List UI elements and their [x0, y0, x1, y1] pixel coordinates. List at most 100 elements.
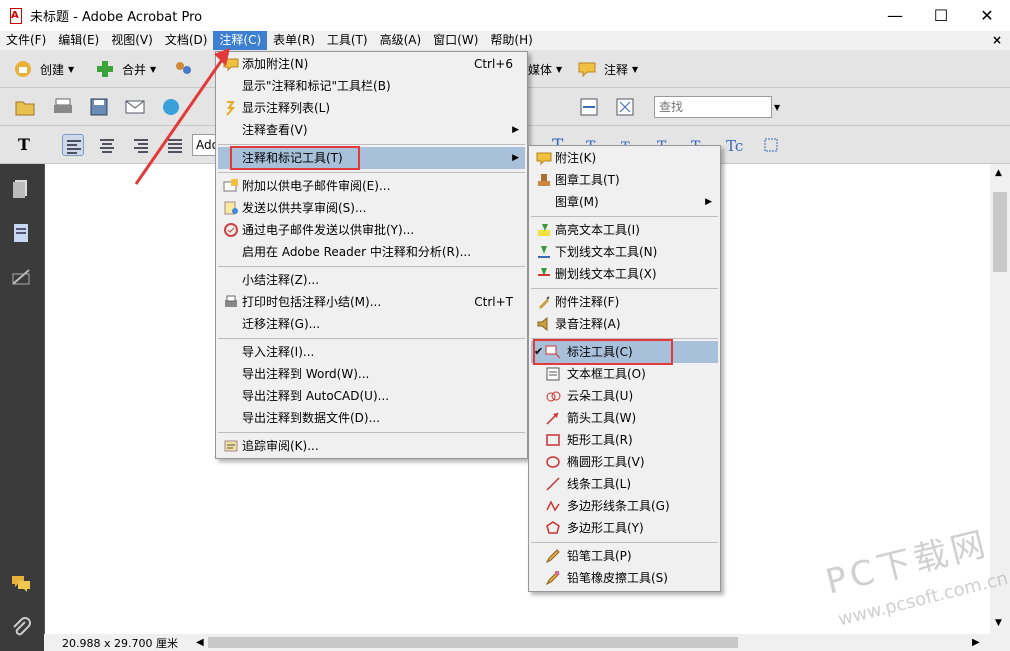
menu-item-email-review[interactable]: 附加以供电子邮件审阅(E)... — [218, 175, 525, 197]
sound-icon — [537, 316, 548, 332]
menu-item-import[interactable]: 导入注释(I)... — [218, 341, 525, 363]
close-document-icon[interactable]: × — [992, 33, 1002, 47]
signatures-icon[interactable] — [10, 266, 32, 288]
print-icon[interactable] — [52, 96, 74, 118]
menu-item-summarize[interactable]: 小结注释(Z)... — [218, 269, 525, 291]
submenu-item-textbox[interactable]: 文本框工具(O) — [531, 363, 718, 385]
menu-item-shared-review[interactable]: 发送以供共享审阅(S)... — [218, 197, 525, 219]
select-box-icon[interactable] — [760, 134, 782, 156]
menu-item-label: 通过电子邮件发送以供审批(Y)... — [242, 223, 415, 237]
menu-separator — [531, 216, 718, 217]
menu-item-export-word[interactable]: 导出注释到 Word(W)... — [218, 363, 525, 385]
search-input[interactable] — [654, 96, 772, 118]
navigation-panel — [0, 164, 44, 651]
menu-item-label: 打印时包括注释小结(M)... — [242, 295, 382, 309]
maximize-button[interactable]: ☐ — [918, 0, 964, 31]
fit-width-icon[interactable] — [578, 96, 600, 118]
menu-item-print-summary[interactable]: 打印时包括注释小结(M)... Ctrl+T — [218, 291, 525, 313]
search-dropdown-icon[interactable]: ▼ — [774, 103, 780, 112]
attachments-icon[interactable] — [10, 616, 32, 638]
annotation-arrow — [134, 48, 230, 185]
menu-edit[interactable]: 编辑(E) — [52, 31, 105, 50]
scroll-right-icon[interactable]: ▶ — [972, 637, 980, 648]
text-field-icon[interactable]: Tc — [724, 134, 746, 156]
menu-separator — [218, 432, 525, 433]
menu-item-migrate[interactable]: 迁移注释(G)... — [218, 313, 525, 335]
submenu-item-cloud[interactable]: 云朵工具(U) — [531, 385, 718, 407]
menu-forms[interactable]: 表单(R) — [267, 31, 321, 50]
submenu-item-highlight[interactable]: 高亮文本工具(I) — [531, 219, 718, 241]
fit-page-icon[interactable] — [614, 96, 636, 118]
menu-item-label: 多边形工具(Y) — [567, 521, 644, 535]
submenu-item-rectangle[interactable]: 矩形工具(R) — [531, 429, 718, 451]
vertical-scrollbar[interactable]: ▲ ▼ — [990, 164, 1010, 634]
text-color-icon[interactable]: T — [14, 134, 36, 156]
submenu-item-stamp-tool[interactable]: 图章工具(T) — [531, 169, 718, 191]
submenu-item-arrow[interactable]: 箭头工具(W) — [531, 407, 718, 429]
menu-item-label: 显示"注释和标记"工具栏(B) — [242, 79, 391, 93]
menu-file[interactable]: 文件(F) — [0, 31, 52, 50]
submenu-item-attachment[interactable]: 附件注释(F) — [531, 291, 718, 313]
menu-help[interactable]: 帮助(H) — [484, 31, 538, 50]
menu-item-label: 附加以供电子邮件审阅(E)... — [242, 179, 391, 193]
menu-item-label: 文本框工具(O) — [567, 367, 646, 381]
scroll-left-icon[interactable]: ◀ — [196, 637, 204, 648]
menu-advanced[interactable]: 高级(A) — [374, 31, 428, 50]
menu-item-label: 导出注释到 Word(W)... — [242, 367, 370, 381]
minimize-button[interactable]: — — [872, 0, 918, 31]
submenu-item-ellipse[interactable]: 椭圆形工具(V) — [531, 451, 718, 473]
submenu-item-polygon[interactable]: 多边形工具(Y) — [531, 517, 718, 539]
menu-item-add-note[interactable]: 添加附注(N) Ctrl+6 — [218, 53, 525, 75]
menu-item-export-autocad[interactable]: 导出注释到 AutoCAD(U)... — [218, 385, 525, 407]
align-left-icon[interactable] — [62, 134, 84, 156]
menu-item-track-review[interactable]: 追踪审阅(K)... — [218, 435, 525, 457]
submenu-item-pencil-eraser[interactable]: 铅笔橡皮擦工具(S) — [531, 567, 718, 589]
acrobat-app-icon: A — [8, 7, 24, 24]
close-button[interactable]: ✕ — [964, 0, 1010, 31]
submenu-item-note[interactable]: 附注(K) — [531, 147, 718, 169]
menu-item-show-list[interactable]: 显示注释列表(L) — [218, 97, 525, 119]
textbox-icon — [546, 367, 560, 381]
comments-panel-icon[interactable] — [10, 572, 32, 594]
underline-icon — [538, 246, 550, 258]
menu-item-email-approval[interactable]: 通过电子邮件发送以供审批(Y)... — [218, 219, 525, 241]
menu-item-comment-view[interactable]: 注释查看(V) ▶ — [218, 119, 525, 141]
menu-item-show-toolbar[interactable]: 显示"注释和标记"工具栏(B) — [218, 75, 525, 97]
combine-icon — [97, 61, 113, 77]
title-bar: A 未标题 - Adobe Acrobat Pro — ☐ ✕ — [0, 0, 1010, 31]
submenu-item-underline[interactable]: 下划线文本工具(N) — [531, 241, 718, 263]
window-title: 未标题 - Adobe Acrobat Pro — [30, 10, 203, 25]
menu-item-label: 附件注释(F) — [555, 295, 620, 309]
menu-item-export-data[interactable]: 导出注释到数据文件(D)... — [218, 407, 525, 429]
menu-item-label: 添加附注(N) — [242, 57, 309, 71]
comment-toolbar-button[interactable]: 注释 ▼ — [576, 58, 638, 80]
submenu-item-sound[interactable]: 录音注释(A) — [531, 313, 718, 335]
pages-icon[interactable] — [10, 178, 32, 200]
menu-tools[interactable]: 工具(T) — [321, 31, 374, 50]
menu-item-enable-reader[interactable]: 启用在 Adobe Reader 中注释和分析(R)... — [218, 241, 525, 263]
submenu-item-line[interactable]: 线条工具(L) — [531, 473, 718, 495]
polygon-icon — [546, 521, 560, 534]
submenu-item-strikethrough[interactable]: 删划线文本工具(X) — [531, 263, 718, 285]
submenu-item-pencil[interactable]: 铅笔工具(P) — [531, 545, 718, 567]
align-center-icon[interactable] — [96, 134, 118, 156]
menu-item-label: 铅笔橡皮擦工具(S) — [567, 571, 668, 585]
scroll-thumb[interactable] — [993, 192, 1007, 272]
open-folder-icon[interactable] — [14, 96, 36, 118]
horizontal-scroll-thumb[interactable] — [208, 637, 738, 648]
chevron-down-icon: ▼ — [556, 64, 563, 74]
submenu-item-polyline[interactable]: 多边形线条工具(G) — [531, 495, 718, 517]
shortcut-label: Ctrl+T — [474, 295, 513, 309]
menu-item-label: 线条工具(L) — [567, 477, 632, 491]
bookmarks-icon[interactable] — [10, 222, 32, 244]
scroll-up-icon[interactable]: ▲ — [995, 168, 1002, 178]
menu-item-label: 注释查看(V) — [242, 123, 308, 137]
menu-item-label: 发送以供共享审阅(S)... — [242, 201, 367, 215]
submenu-item-stamps[interactable]: 图章(M) ▶ — [531, 191, 718, 213]
scroll-down-icon[interactable]: ▼ — [995, 618, 1002, 628]
multimedia-button[interactable]: 媒体 ▼ — [528, 58, 562, 80]
create-button[interactable]: 创建 ▼ — [12, 58, 74, 80]
save-icon[interactable] — [88, 96, 110, 118]
comment-icon — [578, 62, 596, 78]
menu-window[interactable]: 窗口(W) — [427, 31, 484, 50]
